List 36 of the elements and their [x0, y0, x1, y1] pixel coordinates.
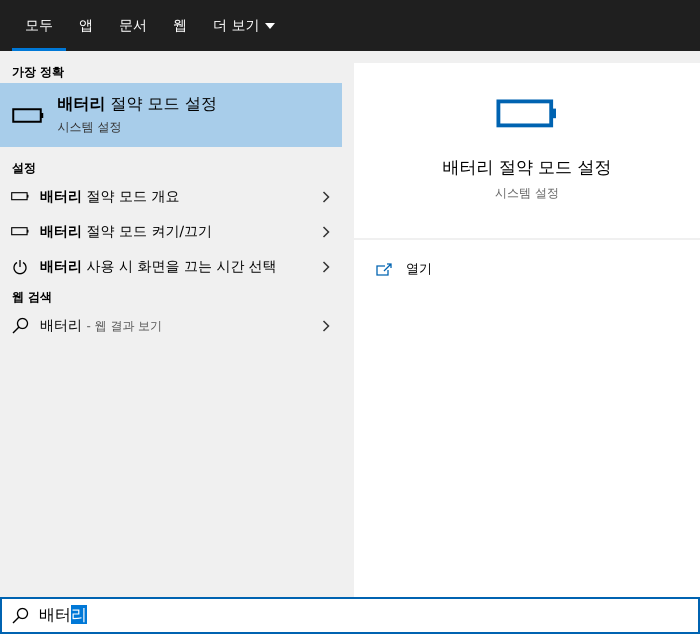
- result-title: 배터리 절약 모드 켜기/끄기: [40, 222, 214, 240]
- section-heading: 가장 정확: [11, 64, 66, 80]
- tab[interactable]: 문서: [106, 0, 160, 51]
- caret-icon: [265, 22, 276, 28]
- tab[interactable]: 웹: [160, 0, 200, 51]
- search-icon: [12, 607, 29, 624]
- result-item[interactable]: 배터리 절약 모드 켜기/끄기: [0, 214, 342, 249]
- result-title: 배터리 사용 시 화면을 끄는 시간 선택: [40, 258, 278, 276]
- search-icon: [12, 317, 28, 334]
- result-item[interactable]: 배터리 사용 시 화면을 끄는 시간 선택: [0, 249, 342, 284]
- result-title: 배터리 - 웹 결과 보기: [40, 316, 164, 334]
- chevron-icon: [322, 320, 330, 332]
- best-match-item[interactable]: 배터리 절약 모드 설정 시스템 설정: [0, 83, 342, 147]
- tab[interactable]: 더 보기: [200, 0, 288, 51]
- preview-subtitle: 시스템 설정: [495, 184, 559, 202]
- power-icon: [12, 258, 28, 274]
- preview-title: 배터리 절약 모드 설정: [442, 156, 612, 179]
- open-icon: [376, 262, 392, 276]
- chevron-icon: [322, 226, 330, 238]
- battery-icon: [10, 227, 30, 236]
- chevron-icon: [322, 190, 330, 202]
- battery-icon: [12, 108, 44, 122]
- result-title: 배터리 절약 모드 개요: [40, 188, 180, 206]
- search-field[interactable]: 배터 리: [0, 597, 700, 634]
- result-title: 배터리 절약 모드 설정: [58, 94, 217, 115]
- battery-icon: [10, 192, 30, 201]
- chevron-icon: [322, 260, 330, 272]
- battery-icon: [496, 99, 558, 128]
- result-item[interactable]: 배터리 - 웹 결과 보기: [0, 308, 342, 343]
- section-heading: 설정: [11, 160, 37, 176]
- open-action[interactable]: 열기: [376, 260, 432, 278]
- result-item[interactable]: 배터리 절약 모드 개요: [0, 179, 342, 214]
- result-subtitle: 시스템 설정: [58, 119, 122, 136]
- section-heading: 웹 검색: [11, 288, 54, 306]
- tab[interactable]: 앱: [66, 0, 106, 51]
- search-text: 배터 리: [39, 605, 87, 626]
